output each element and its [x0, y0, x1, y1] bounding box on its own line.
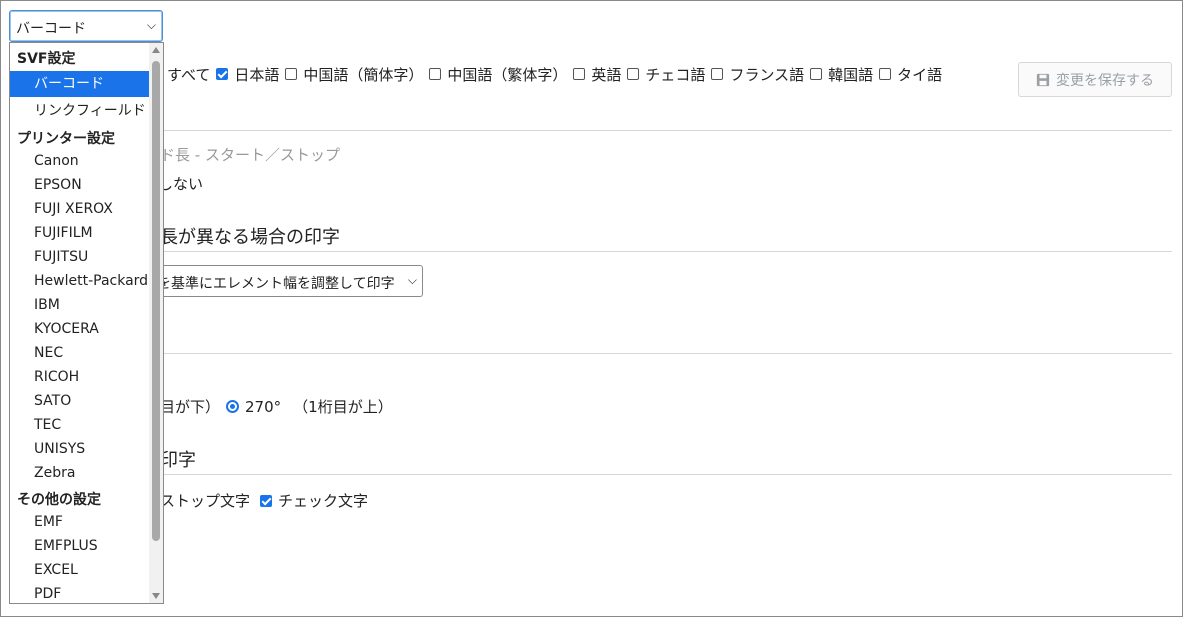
language-checkbox-zh-tw[interactable] — [429, 68, 442, 80]
print-chars-row: ストップ文字 チェック文字 — [160, 490, 368, 511]
language-checkbox-th[interactable] — [879, 68, 892, 80]
rotation-prefix: 目が下） — [160, 398, 221, 416]
option-tec[interactable]: TEC — [10, 413, 149, 437]
divider — [155, 474, 1172, 475]
option-link-field[interactable]: リンクフィールド — [10, 99, 149, 123]
scroll-down-arrow-icon[interactable] — [152, 593, 160, 599]
print-mode-select[interactable]: を基準にエレメント幅を調整して印字 ⌵ — [155, 265, 423, 297]
option-fuji-xerox[interactable]: FUJI XEROX — [10, 197, 149, 221]
language-label-ko: 韓国語 — [828, 65, 874, 84]
language-label-th: タイ語 — [897, 65, 943, 84]
option-excel[interactable]: EXCEL — [10, 558, 149, 582]
language-label-en: 英語 — [591, 65, 622, 84]
section2-title: 長が異なる場合の印字 — [160, 227, 340, 248]
option-emfplus[interactable]: EMFPLUS — [10, 534, 149, 558]
option-epson[interactable]: EPSON — [10, 173, 149, 197]
option-sato[interactable]: SATO — [10, 389, 149, 413]
language-checkbox-zh-cn[interactable] — [285, 68, 298, 80]
option-unisys[interactable]: UNISYS — [10, 437, 149, 461]
category-dropdown-list[interactable]: SVF設定 バーコード リンクフィールド プリンター設定 Canon EPSON… — [9, 42, 164, 604]
group-other-settings: その他の設定 — [17, 492, 101, 508]
rotation-row: 目が下） 270° （1桁目が上） — [160, 396, 393, 417]
option-ricoh[interactable]: RICOH — [10, 365, 149, 389]
chevron-down-icon: ⌵ — [407, 273, 417, 287]
print-mode-value: を基準にエレメント幅を調整して印字 — [157, 276, 395, 292]
option-fujifilm[interactable]: FUJIFILM — [10, 221, 149, 245]
language-filter-row: すべて 日本語 中国語（簡体字） 中国語（繁体字） 英語 チェコ語 フランス語 … — [155, 64, 942, 84]
option-fujitsu[interactable]: FUJITSU — [10, 245, 149, 269]
section1-value: しない — [158, 175, 204, 193]
option-hewlett-packard[interactable]: Hewlett-Packard — [10, 269, 149, 293]
group-printer-settings: プリンター設定 — [17, 131, 115, 147]
divider — [155, 353, 1172, 354]
language-label-ja: 日本語 — [234, 65, 280, 84]
category-select-value: バーコード — [16, 21, 86, 37]
save-icon — [1036, 73, 1050, 86]
option-ibm[interactable]: IBM — [10, 293, 149, 317]
chevron-down-icon: ⌵ — [146, 18, 156, 32]
section4-title: 印字 — [160, 450, 196, 471]
dropdown-scrollbar[interactable] — [149, 43, 163, 603]
option-pdf[interactable]: PDF — [10, 582, 149, 603]
rotation-270-radio[interactable] — [226, 400, 240, 413]
language-label-zh-tw: 中国語（繁体字） — [447, 65, 568, 84]
save-changes-button[interactable]: 変更を保存する — [1018, 62, 1172, 97]
option-nec[interactable]: NEC — [10, 341, 149, 365]
language-checkbox-ja[interactable] — [216, 68, 229, 80]
language-checkbox-en[interactable] — [573, 68, 586, 80]
save-changes-label: 変更を保存する — [1056, 72, 1154, 89]
group-svf-settings: SVF設定 — [17, 51, 76, 67]
option-canon[interactable]: Canon — [10, 149, 149, 173]
option-emf[interactable]: EMF — [10, 510, 149, 534]
language-label-fr: フランス語 — [729, 65, 805, 84]
option-zebra[interactable]: Zebra — [10, 461, 149, 485]
language-label-zh-cn: 中国語（簡体字） — [303, 65, 424, 84]
rotation-270-label: 270° — [245, 397, 282, 416]
scroll-up-arrow-icon[interactable] — [152, 47, 160, 53]
stop-char-label: ストップ文字 — [160, 492, 251, 510]
category-select[interactable]: バーコード ⌵ — [9, 10, 163, 42]
option-kyocera[interactable]: KYOCERA — [10, 317, 149, 341]
divider — [155, 130, 1172, 131]
language-checkbox-cs[interactable] — [627, 68, 640, 80]
language-checkbox-fr[interactable] — [711, 68, 724, 80]
app-frame — [0, 0, 1183, 617]
divider — [155, 251, 1172, 252]
check-char-label: チェック文字 — [278, 492, 369, 510]
rotation-note: （1桁目が上） — [293, 398, 393, 416]
language-label-cs: チェコ語 — [645, 65, 706, 84]
scrollbar-thumb[interactable] — [152, 61, 160, 541]
language-checkbox-ko[interactable] — [810, 68, 823, 80]
section1-subtitle: ド長 - スタート／ストップ — [160, 146, 340, 164]
check-char-checkbox[interactable] — [260, 494, 273, 507]
option-barcode[interactable]: バーコード — [10, 71, 149, 97]
language-all-label: すべて — [167, 65, 211, 84]
